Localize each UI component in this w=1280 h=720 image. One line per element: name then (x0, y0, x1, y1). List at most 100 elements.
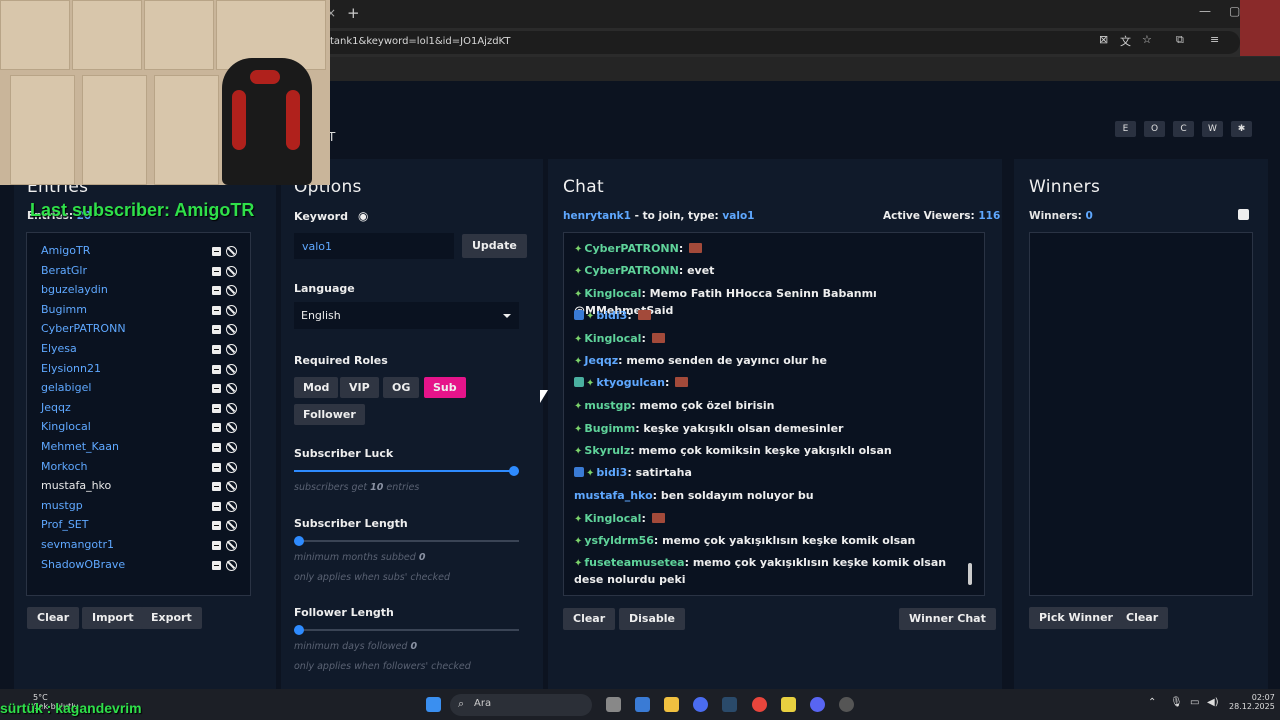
follower-length-slider[interactable] (294, 625, 519, 635)
chat-username[interactable]: Kinglocal (584, 332, 641, 345)
role-sub-button[interactable]: Sub (424, 377, 466, 398)
url-text[interactable]: tank1&keyword=lol1&id=JO1AjzdKT (330, 36, 510, 47)
bookmark-star-icon[interactable]: ☆ (1142, 33, 1152, 46)
minimize-button[interactable]: — (1199, 4, 1211, 18)
ban-user-icon[interactable] (226, 422, 237, 434)
ban-user-icon[interactable] (226, 363, 237, 375)
volume-icon[interactable]: ◀) (1207, 697, 1219, 708)
start-icon[interactable] (426, 697, 441, 712)
slider-thumb[interactable] (509, 466, 519, 476)
ban-user-icon[interactable] (226, 481, 237, 493)
remove-entry-icon[interactable] (212, 345, 221, 354)
chat-clear-button[interactable]: Clear (563, 608, 616, 630)
subscriber-length-slider[interactable] (294, 536, 519, 546)
task-view-icon[interactable] (606, 697, 621, 712)
chat-disable-button[interactable]: Disable (619, 608, 685, 630)
winners-clear-button[interactable]: Clear (1116, 607, 1169, 629)
slider-thumb[interactable] (294, 625, 304, 635)
translate-icon[interactable]: 文 (1120, 33, 1131, 49)
ban-user-icon[interactable] (226, 442, 237, 453)
theme-w-button[interactable]: W (1202, 121, 1223, 137)
chat-username[interactable]: Kinglocal (584, 512, 641, 525)
remove-entry-icon[interactable] (212, 364, 221, 374)
remove-entry-icon[interactable] (212, 560, 221, 570)
ban-user-icon[interactable] (226, 500, 237, 512)
chat-username[interactable]: fuseteamusetea (584, 556, 684, 569)
entries-export-button[interactable]: Export (141, 607, 202, 629)
keyword-input[interactable] (294, 233, 454, 259)
chat-username[interactable]: mustgp (584, 399, 631, 412)
maximize-button[interactable]: ▢ (1229, 4, 1240, 18)
ban-user-icon[interactable] (226, 461, 237, 473)
ban-user-icon[interactable] (226, 246, 237, 257)
theme-o-button[interactable]: O (1144, 121, 1165, 137)
ban-user-icon[interactable] (226, 383, 237, 395)
menu-icon[interactable]: ≡ (1210, 33, 1219, 46)
camera-blocked-icon[interactable]: ⊠ (1099, 33, 1108, 46)
remove-entry-icon[interactable] (212, 423, 221, 433)
obs-icon[interactable] (839, 697, 854, 712)
steam-icon[interactable] (722, 697, 737, 712)
remove-entry-icon[interactable] (212, 286, 221, 296)
remove-entry-icon[interactable] (212, 247, 221, 256)
tray-chevron-icon[interactable]: ⌃ (1148, 697, 1156, 708)
role-og-button[interactable]: OG (383, 377, 420, 398)
remove-entry-icon[interactable] (212, 521, 221, 531)
ban-user-icon[interactable] (226, 344, 237, 355)
copy-icon[interactable] (1238, 209, 1249, 220)
discord-icon[interactable] (810, 697, 825, 712)
ban-user-icon[interactable] (226, 285, 237, 297)
new-tab-button[interactable]: + (347, 4, 360, 22)
role-follower-button[interactable]: Follower (294, 404, 365, 425)
extensions-icon[interactable]: ⧉ (1176, 33, 1184, 47)
chat-username[interactable]: mustafa_hko (574, 489, 653, 502)
chat-username[interactable]: bidi3 (596, 466, 627, 479)
chat-username[interactable]: CyberPATRONN (584, 264, 678, 277)
remove-entry-icon[interactable] (212, 541, 221, 550)
file-explorer-icon[interactable] (664, 697, 679, 712)
chrome-icon[interactable] (752, 697, 767, 712)
remove-entry-icon[interactable] (212, 305, 221, 315)
role-mod-button[interactable]: Mod (294, 377, 339, 398)
theme-e-button[interactable]: E (1115, 121, 1136, 137)
pick-winner-button[interactable]: Pick Winner (1029, 607, 1123, 629)
ban-user-icon[interactable] (226, 324, 237, 336)
theme-c-button[interactable]: C (1173, 121, 1194, 137)
chat-username[interactable]: Jeqqz (584, 354, 618, 367)
network-icon[interactable]: ▭ (1190, 697, 1199, 708)
ban-user-icon[interactable] (226, 559, 237, 571)
url-box[interactable]: tank1&keyword=lol1&id=JO1AjzdKT (280, 31, 1240, 54)
chat-username[interactable]: Kinglocal (584, 287, 641, 300)
eye-icon[interactable]: ◉ (358, 209, 368, 223)
ban-user-icon[interactable] (226, 402, 237, 414)
chat-username[interactable]: ktyogulcan (596, 376, 665, 389)
chat-username[interactable]: Skyrulz (584, 444, 630, 457)
entries-import-button[interactable]: Import (82, 607, 144, 629)
ban-user-icon[interactable] (226, 304, 237, 316)
remove-entry-icon[interactable] (212, 266, 221, 276)
app-icon[interactable] (693, 697, 708, 712)
ban-user-icon[interactable] (226, 540, 237, 551)
chat-username[interactable]: CyberPATRONN (584, 242, 678, 255)
chat-username[interactable]: Bugimm (584, 422, 635, 435)
remove-entry-icon[interactable] (212, 482, 221, 492)
clock[interactable]: 02:07 28.12.2025 (1229, 693, 1275, 711)
remove-entry-icon[interactable] (212, 462, 221, 472)
chat-username[interactable]: bidi3 (596, 309, 627, 322)
theme-sun-button[interactable]: ✱ (1231, 121, 1252, 137)
remove-entry-icon[interactable] (212, 325, 221, 335)
microphone-icon[interactable]: 🎙 (1170, 697, 1183, 708)
subscriber-luck-slider[interactable] (294, 466, 519, 476)
remove-entry-icon[interactable] (212, 403, 221, 413)
winner-chat-button[interactable]: Winner Chat (899, 608, 996, 630)
entries-clear-button[interactable]: Clear (27, 607, 80, 629)
remove-entry-icon[interactable] (212, 443, 221, 452)
ban-user-icon[interactable] (226, 520, 237, 532)
role-vip-button[interactable]: VIP (340, 377, 379, 398)
taskbar-search[interactable]: ⌕ Ara (450, 694, 592, 716)
remove-entry-icon[interactable] (212, 384, 221, 394)
keyword-update-button[interactable]: Update (462, 234, 527, 258)
language-select[interactable]: English (294, 302, 519, 329)
ban-user-icon[interactable] (226, 265, 237, 277)
chat-username[interactable]: ysfyldrm56 (584, 534, 654, 547)
